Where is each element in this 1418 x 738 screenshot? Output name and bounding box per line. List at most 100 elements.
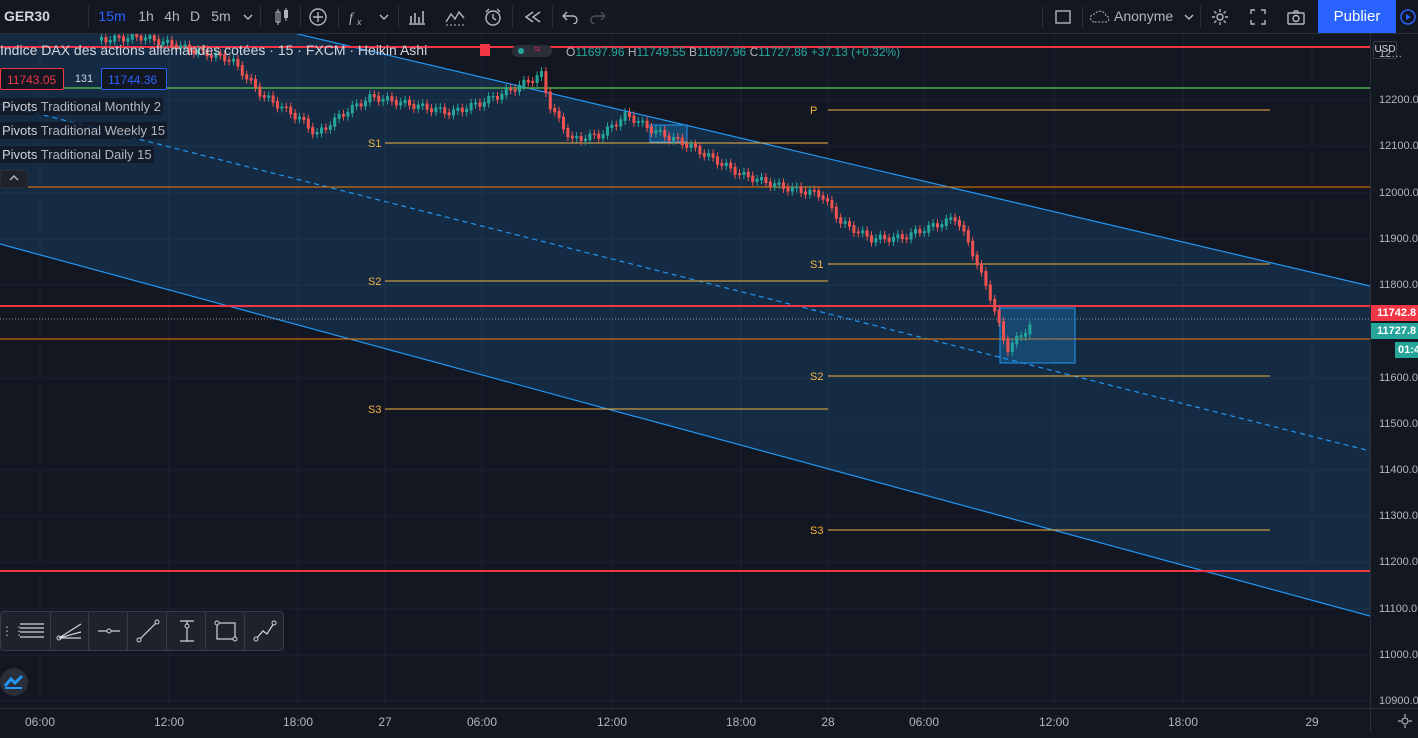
price-range-tool-icon[interactable] bbox=[168, 612, 206, 650]
drag-handle-icon[interactable]: ⋮⋮ bbox=[1, 622, 25, 640]
top-toolbar: GER30 15m 1h 4h D 5m fx Anonyme Publier bbox=[0, 0, 1418, 34]
flag-icon[interactable] bbox=[480, 44, 490, 56]
price-tick: 11800.0 bbox=[1379, 279, 1418, 291]
add-indicator-plus-icon[interactable] bbox=[306, 0, 330, 33]
templates-chart-icon[interactable] bbox=[442, 0, 468, 33]
indicator-pivots-weekly[interactable]: Pivots Traditional Weekly 15 bbox=[0, 122, 168, 139]
expand-fullscreen-icon[interactable] bbox=[1244, 0, 1272, 33]
close-value: 11727.86 bbox=[758, 45, 808, 59]
candle-body bbox=[553, 108, 557, 113]
candle-body bbox=[887, 237, 891, 242]
price-chart-canvas[interactable]: S1 S2 S3 P S1 S2 S3 bbox=[0, 34, 1370, 708]
indicator-name: Pivots bbox=[2, 99, 38, 114]
horizontal-ray-tool-icon[interactable] bbox=[90, 612, 128, 650]
settings-gear-icon[interactable] bbox=[1206, 0, 1234, 33]
time-tick: 18:00 bbox=[725, 715, 757, 729]
tradingview-logo-icon[interactable] bbox=[0, 668, 28, 696]
candle-body bbox=[394, 99, 398, 106]
scale-settings-corner[interactable] bbox=[1370, 708, 1418, 732]
play-circle-icon[interactable] bbox=[1398, 0, 1418, 33]
candle-body bbox=[830, 200, 834, 209]
candle-body bbox=[988, 284, 992, 301]
time-tick: 12:00 bbox=[596, 715, 628, 729]
redo-icon[interactable] bbox=[586, 0, 610, 33]
chevron-down-icon[interactable] bbox=[240, 0, 256, 33]
time-tick: 28 bbox=[821, 715, 835, 729]
candle-body bbox=[566, 127, 570, 138]
candle-body bbox=[658, 129, 662, 132]
candle-body bbox=[280, 106, 284, 109]
candle-body bbox=[258, 86, 262, 97]
spread-value: 131 bbox=[74, 73, 94, 85]
time-scale[interactable]: 06:00 12:00 18:00 27 06:00 12:00 18:00 2… bbox=[0, 708, 1370, 732]
rectangle-tool-icon[interactable] bbox=[207, 612, 245, 650]
interval-15m[interactable]: 15m bbox=[96, 0, 128, 33]
fib-fan-tool-icon[interactable] bbox=[51, 612, 89, 650]
indicators-fx-icon[interactable]: fx bbox=[344, 0, 370, 33]
cloud-icon[interactable] bbox=[1088, 0, 1112, 33]
candle-body bbox=[399, 101, 403, 106]
symbol-search[interactable]: GER30 bbox=[2, 0, 52, 33]
candle-body bbox=[698, 146, 702, 155]
interval-5m[interactable]: 5m bbox=[208, 0, 234, 33]
candles-icon[interactable] bbox=[268, 0, 296, 33]
sell-price-button[interactable]: 11743.05 bbox=[0, 68, 64, 90]
candle-body bbox=[1028, 324, 1032, 335]
pivot-s3-label: S3 bbox=[368, 404, 381, 416]
candle-body bbox=[434, 107, 438, 113]
fullscreen-square-icon[interactable] bbox=[1050, 0, 1076, 33]
interval-4h[interactable]: 4h bbox=[160, 0, 184, 33]
candle-body bbox=[377, 95, 381, 102]
candle-body bbox=[1015, 335, 1019, 345]
candle-body bbox=[245, 74, 249, 80]
financials-bars-icon[interactable] bbox=[404, 0, 430, 33]
candle-body bbox=[496, 96, 499, 100]
indicator-pivots-daily[interactable]: Pivots Traditional Daily 15 bbox=[0, 146, 154, 163]
price-scale[interactable]: USD 12… 12200.0 12100.0 12000.0 11900.0 … bbox=[1370, 34, 1418, 708]
candle-body bbox=[958, 219, 961, 227]
candle-body bbox=[619, 119, 623, 127]
alert-clock-icon[interactable] bbox=[480, 0, 506, 33]
interval-1h[interactable]: 1h bbox=[134, 0, 158, 33]
trend-line-tool-icon[interactable] bbox=[129, 612, 167, 650]
user-name[interactable]: Anonyme bbox=[1114, 0, 1176, 33]
buy-price-button[interactable]: 11744.36 bbox=[101, 68, 167, 90]
separator bbox=[300, 6, 301, 28]
indicator-pivots-monthly[interactable]: Pivots Traditional Monthly 2 bbox=[0, 98, 163, 115]
path-tool-icon[interactable] bbox=[246, 612, 284, 650]
market-status-toggle[interactable]: ≈ bbox=[512, 42, 552, 57]
chevron-down-icon[interactable] bbox=[376, 0, 392, 33]
time-tick: 29 bbox=[1305, 715, 1319, 729]
candle-body bbox=[540, 71, 543, 77]
replay-rewind-icon[interactable] bbox=[520, 0, 546, 33]
fib-levels-tool-icon[interactable] bbox=[13, 612, 51, 650]
candle-body bbox=[927, 225, 931, 233]
candle-body bbox=[720, 163, 724, 166]
candle-body bbox=[276, 101, 279, 109]
chevron-down-icon[interactable] bbox=[1182, 0, 1196, 33]
candle-body bbox=[333, 117, 337, 127]
candle-body bbox=[456, 107, 460, 111]
collapse-legend-button[interactable] bbox=[0, 170, 28, 188]
interval-d[interactable]: D bbox=[186, 0, 204, 33]
publish-button[interactable]: Publier bbox=[1318, 0, 1396, 33]
price-tick: 11000.0 bbox=[1379, 649, 1418, 661]
candle-body bbox=[482, 102, 486, 107]
highlight-rectangle[interactable] bbox=[999, 307, 1076, 364]
candle-body bbox=[372, 94, 376, 98]
svg-text:x: x bbox=[356, 17, 362, 27]
symbol-legend-title[interactable]: Indice DAX des actions allemandes cotées… bbox=[0, 42, 427, 58]
camera-snapshot-icon[interactable] bbox=[1282, 0, 1310, 33]
pivot-s3-label: S3 bbox=[810, 525, 823, 537]
candle-body bbox=[570, 135, 574, 139]
candle-body bbox=[834, 206, 838, 219]
chart-pane[interactable]: S1 S2 S3 P S1 S2 S3 Indice DAX des actio… bbox=[0, 34, 1370, 708]
candle-body bbox=[337, 113, 341, 119]
undo-icon[interactable] bbox=[558, 0, 582, 33]
legend-title-text: Indice DAX des actions allemandes cotées… bbox=[0, 42, 428, 58]
candle-body bbox=[421, 103, 425, 107]
candle-body bbox=[1006, 339, 1010, 353]
candle-body bbox=[350, 105, 354, 114]
candle-body bbox=[975, 254, 979, 266]
candle-body bbox=[579, 135, 583, 142]
